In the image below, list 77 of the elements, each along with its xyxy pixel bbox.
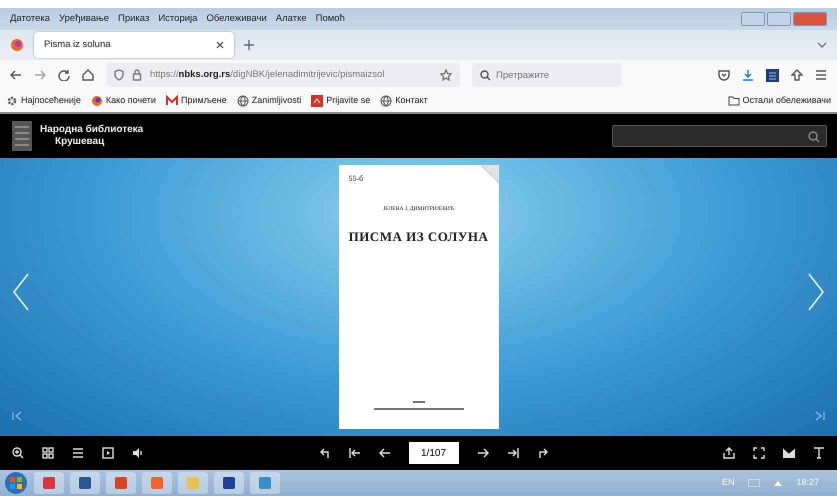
taskbar-app-button[interactable]: [214, 472, 244, 494]
search-icon: [480, 70, 491, 81]
menu-item[interactable]: Алатке: [276, 12, 307, 26]
catalog-mark: 55-б: [348, 173, 364, 185]
url-text: https://nbks.org.rs/digNBK/jelenadimitrijevic/pismaizsol: [150, 68, 386, 82]
redo-icon[interactable]: [536, 447, 548, 459]
search-field[interactable]: Претражите: [472, 63, 622, 87]
plus-icon[interactable]: [244, 40, 254, 50]
undo-icon[interactable]: [318, 447, 330, 459]
bookmark[interactable]: Контакт: [380, 94, 428, 108]
chevron-down-icon[interactable]: [817, 42, 827, 48]
taskbar-app-button[interactable]: [106, 472, 136, 494]
menu-item[interactable]: Уређивање: [59, 12, 110, 26]
extension-icon[interactable]: [766, 68, 779, 82]
gear-icon: [6, 95, 18, 107]
download-icon[interactable]: [742, 69, 754, 81]
zoom-icon[interactable]: [12, 447, 24, 459]
address-bar[interactable]: https://nbks.org.rs/digNBK/jelenadimitrijevic/pismaizsol: [106, 63, 460, 87]
chevron-right-icon[interactable]: [807, 273, 825, 311]
bookmark[interactable]: Како почети: [90, 94, 156, 108]
lock-icon: [132, 69, 142, 81]
menu-item[interactable]: Приказ: [118, 12, 150, 26]
folded-corner-icon: [480, 165, 498, 183]
browser-logo-icon[interactable]: [10, 38, 24, 52]
menu-item[interactable]: Обележивачи: [206, 12, 267, 26]
chevron-left-icon[interactable]: [12, 273, 30, 311]
app-icon: [42, 476, 56, 490]
app-icon: [114, 476, 128, 490]
reload-icon[interactable]: [58, 69, 70, 81]
next-page-icon[interactable]: [476, 447, 488, 459]
fullscreen-icon[interactable]: [753, 447, 765, 459]
browser-tab[interactable]: Pisma iz soluna: [34, 32, 234, 58]
close-icon[interactable]: [216, 41, 224, 49]
bookmark[interactable]: Примљене: [166, 94, 227, 108]
browser-logo-icon: [90, 95, 103, 107]
menu-item[interactable]: Помоћ: [316, 12, 345, 26]
bookmark[interactable]: Најпосећеније: [6, 94, 81, 108]
speaker-icon[interactable]: [132, 447, 144, 459]
site-title: Народна библиотека Крушевац: [40, 124, 144, 148]
page-number-field[interactable]: 1/107: [408, 442, 458, 464]
site-search-field[interactable]: [612, 125, 827, 147]
shield-icon: [114, 69, 124, 81]
app-icon: [186, 476, 200, 490]
app-icon: [150, 476, 164, 490]
menu-item[interactable]: Датотека: [10, 12, 50, 26]
star-icon[interactable]: [440, 69, 452, 81]
menu-item[interactable]: Историја: [158, 12, 198, 26]
previous-page-icon[interactable]: [378, 447, 390, 459]
last-page-icon[interactable]: [506, 447, 518, 459]
globe-icon: [380, 95, 392, 107]
play-box-icon[interactable]: [102, 447, 114, 459]
app-icon: [311, 95, 324, 107]
taskbar-app-button[interactable]: [34, 472, 64, 494]
bookmark[interactable]: Остали обележивачи: [728, 94, 831, 108]
book-title: ПИСМА ИЗ СОЛУНА: [348, 228, 488, 246]
mail-icon[interactable]: [783, 448, 795, 458]
globe-icon: [236, 95, 249, 107]
home-icon[interactable]: [82, 69, 94, 81]
folder-icon: [728, 96, 740, 106]
taskbar-app-button[interactable]: [70, 472, 100, 494]
search-icon: [808, 131, 820, 143]
bookmark[interactable]: Zanimljivosti: [236, 94, 302, 108]
text-icon[interactable]: [813, 447, 825, 459]
bookmark[interactable]: Prijavite se: [311, 94, 370, 108]
grid-icon[interactable]: [42, 447, 54, 459]
library-logo-icon[interactable]: [10, 119, 34, 153]
app-icon: [78, 476, 92, 490]
pocket-icon[interactable]: [718, 69, 730, 81]
app-icon: [258, 476, 272, 490]
start-button-icon[interactable]: [4, 471, 28, 495]
share-icon[interactable]: [791, 69, 803, 81]
first-page-icon[interactable]: [348, 447, 360, 459]
app-icon: [222, 476, 236, 490]
back-icon[interactable]: [10, 70, 22, 80]
menu-icon[interactable]: [815, 70, 827, 80]
list-icon[interactable]: [72, 447, 84, 459]
mail-icon: [166, 95, 178, 107]
